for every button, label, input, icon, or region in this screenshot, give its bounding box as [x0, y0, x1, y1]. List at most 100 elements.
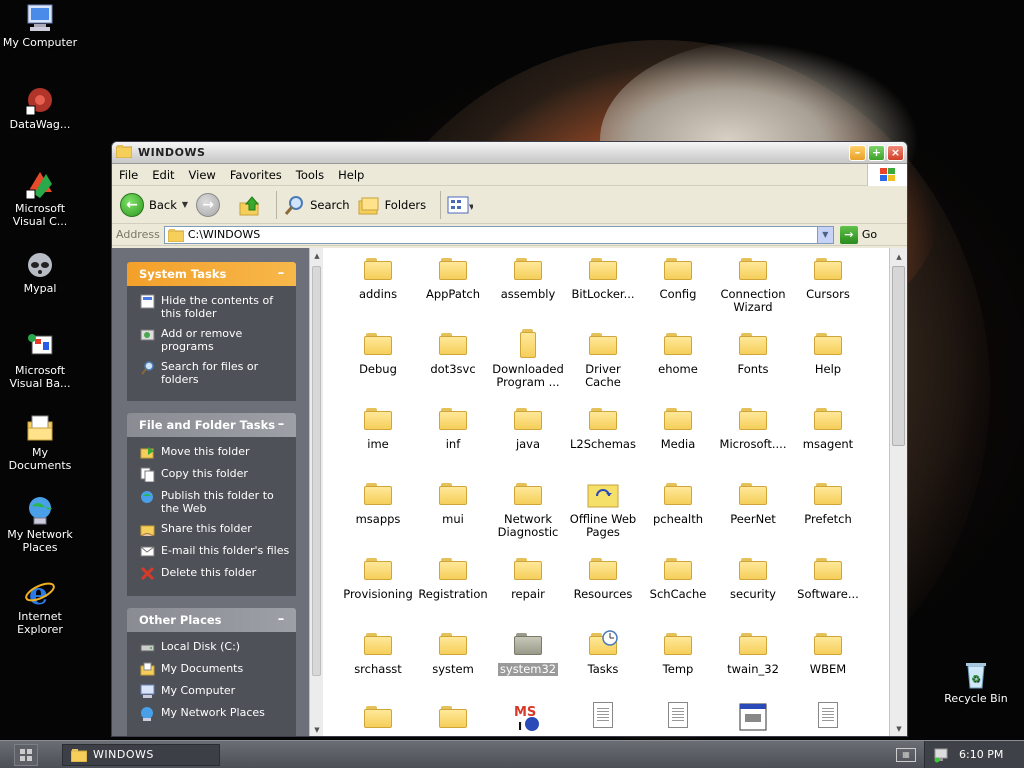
task-hide-contents[interactable]: Hide the contents of this folder [140, 294, 290, 320]
file-item[interactable]: Temp [640, 629, 716, 676]
collapse-icon[interactable]: – [274, 267, 288, 281]
network-status-icon[interactable] [933, 747, 949, 763]
task-search-files[interactable]: Search for files or folders [140, 360, 290, 386]
file-list-scroll-thumb[interactable] [892, 266, 905, 446]
system-tasks-header[interactable]: System Tasks – [127, 262, 296, 286]
file-item[interactable]: Config [640, 254, 716, 301]
place-local-disk[interactable]: Local Disk (C:) [140, 640, 290, 655]
folders-button[interactable]: Folders [358, 194, 426, 216]
desktop-icon-network-places[interactable]: My Network Places [0, 494, 80, 554]
other-places-header[interactable]: Other Places – [127, 608, 296, 632]
file-item-partial[interactable] [790, 702, 866, 736]
task-share-folder[interactable]: Share this folder [140, 522, 290, 537]
file-item-partial[interactable] [340, 702, 416, 736]
menu-help[interactable]: Help [331, 168, 371, 182]
address-input[interactable]: C:\WINDOWS ▼ [163, 225, 834, 244]
collapse-icon[interactable]: – [274, 613, 288, 627]
task-move-folder[interactable]: Move this folder [140, 445, 290, 460]
desktop-icon-datawag[interactable]: DataWag... [0, 84, 80, 131]
chevron-down-icon[interactable]: ▼ [182, 200, 188, 209]
place-my-network-places[interactable]: My Network Places [140, 706, 290, 721]
address-dropdown-button[interactable]: ▼ [816, 226, 833, 243]
task-delete-folder[interactable]: Delete this folder [140, 566, 290, 581]
back-button[interactable]: ← Back ▼ [120, 192, 188, 217]
collapse-icon[interactable]: – [274, 418, 288, 432]
file-folder-tasks-header[interactable]: File and Folder Tasks – [127, 413, 296, 437]
task-copy-folder[interactable]: Copy this folder [140, 467, 290, 482]
file-item[interactable]: ehome [640, 329, 716, 376]
file-item-partial[interactable] [565, 702, 641, 736]
file-item[interactable]: L2Schemas [565, 404, 641, 451]
file-item[interactable]: mui [415, 479, 491, 526]
file-item[interactable]: Provisioning [340, 554, 416, 601]
file-item[interactable]: PeerNet [715, 479, 791, 526]
menu-tools[interactable]: Tools [289, 168, 331, 182]
file-item[interactable]: Software... [790, 554, 866, 601]
file-item[interactable]: WBEM [790, 629, 866, 676]
menu-file[interactable]: File [112, 168, 145, 182]
file-item-partial[interactable] [715, 702, 791, 736]
place-my-computer[interactable]: My Computer [140, 684, 290, 699]
file-item[interactable]: Debug [340, 329, 416, 376]
desktop-icon-internet-explorer[interactable]: e Internet Explorer [0, 576, 80, 636]
file-item[interactable]: msapps [340, 479, 416, 526]
desktop-icon-visual-basic[interactable]: Microsoft Visual Ba... [0, 330, 80, 390]
maximize-button[interactable]: + [868, 144, 885, 161]
file-item[interactable]: repair [490, 554, 566, 601]
file-item[interactable]: Prefetch [790, 479, 866, 526]
up-folder-button[interactable] [238, 193, 262, 217]
menu-edit[interactable]: Edit [145, 168, 181, 182]
menu-view[interactable]: View [182, 168, 223, 182]
desktop-icon-recycle-bin[interactable]: ♻ Recycle Bin [936, 658, 1016, 705]
file-item[interactable]: AppPatch [415, 254, 491, 301]
desktop-icon-mypal[interactable]: Mypal [0, 248, 80, 295]
file-item[interactable]: Media [640, 404, 716, 451]
file-item[interactable]: system32 [490, 629, 566, 676]
file-item[interactable]: pchealth [640, 479, 716, 526]
keyboard-icon[interactable]: ▦ [896, 747, 916, 762]
file-item[interactable]: Offline Web Pages [565, 479, 641, 539]
file-item-partial[interactable] [640, 702, 716, 736]
file-item[interactable]: Downloaded Program ... [490, 329, 566, 389]
file-item-partial[interactable] [415, 702, 491, 736]
task-email-files[interactable]: E-mail this folder's files [140, 544, 290, 559]
file-item[interactable]: BitLocker... [565, 254, 641, 301]
file-item[interactable]: Driver Cache [565, 329, 641, 389]
desktop-icon-my-documents[interactable]: My Documents [0, 412, 80, 472]
file-item[interactable]: system [415, 629, 491, 676]
file-item[interactable]: Registration [415, 554, 491, 601]
file-item[interactable]: java [490, 404, 566, 451]
scroll-up-icon[interactable]: ▲ [311, 250, 323, 262]
taskbar-window-button[interactable]: WINDOWS [62, 743, 220, 766]
close-button[interactable]: × [887, 144, 904, 161]
file-item[interactable]: twain_32 [715, 629, 791, 676]
scroll-up-icon[interactable]: ▲ [893, 251, 905, 263]
file-item[interactable]: Tasks [565, 629, 641, 676]
file-item[interactable]: ime [340, 404, 416, 451]
file-item[interactable]: srchasst [340, 629, 416, 676]
file-item[interactable]: SchCache [640, 554, 716, 601]
file-item[interactable]: Fonts [715, 329, 791, 376]
task-publish-web[interactable]: Publish this folder to the Web [140, 489, 290, 515]
start-button[interactable] [14, 743, 38, 766]
search-button[interactable]: Search [283, 194, 350, 216]
file-item[interactable]: Network Diagnostic [490, 479, 566, 539]
file-item[interactable]: Microsoft.... [715, 404, 791, 451]
file-list-scrollbar[interactable]: ▲ ▼ [889, 248, 907, 736]
menu-favorites[interactable]: Favorites [223, 168, 289, 182]
file-item[interactable]: Resources [565, 554, 641, 601]
task-pane-scrollbar[interactable]: ▲ ▼ [309, 248, 323, 736]
file-item[interactable]: Connection Wizard [715, 254, 791, 314]
file-item[interactable]: security [715, 554, 791, 601]
file-item[interactable]: msagent [790, 404, 866, 451]
place-my-documents[interactable]: My Documents [140, 662, 290, 677]
desktop-icon-my-computer[interactable]: My Computer [0, 2, 80, 49]
file-item[interactable]: Cursors [790, 254, 866, 301]
file-item[interactable]: addins [340, 254, 416, 301]
file-item[interactable]: dot3svc [415, 329, 491, 376]
desktop-icon-visual-c[interactable]: Microsoft Visual C... [0, 168, 80, 228]
clock[interactable]: 6:10 PM [959, 748, 1003, 761]
minimize-button[interactable]: – [849, 144, 866, 161]
forward-button[interactable]: → [196, 192, 221, 217]
views-button[interactable]: ▼ [447, 195, 473, 215]
